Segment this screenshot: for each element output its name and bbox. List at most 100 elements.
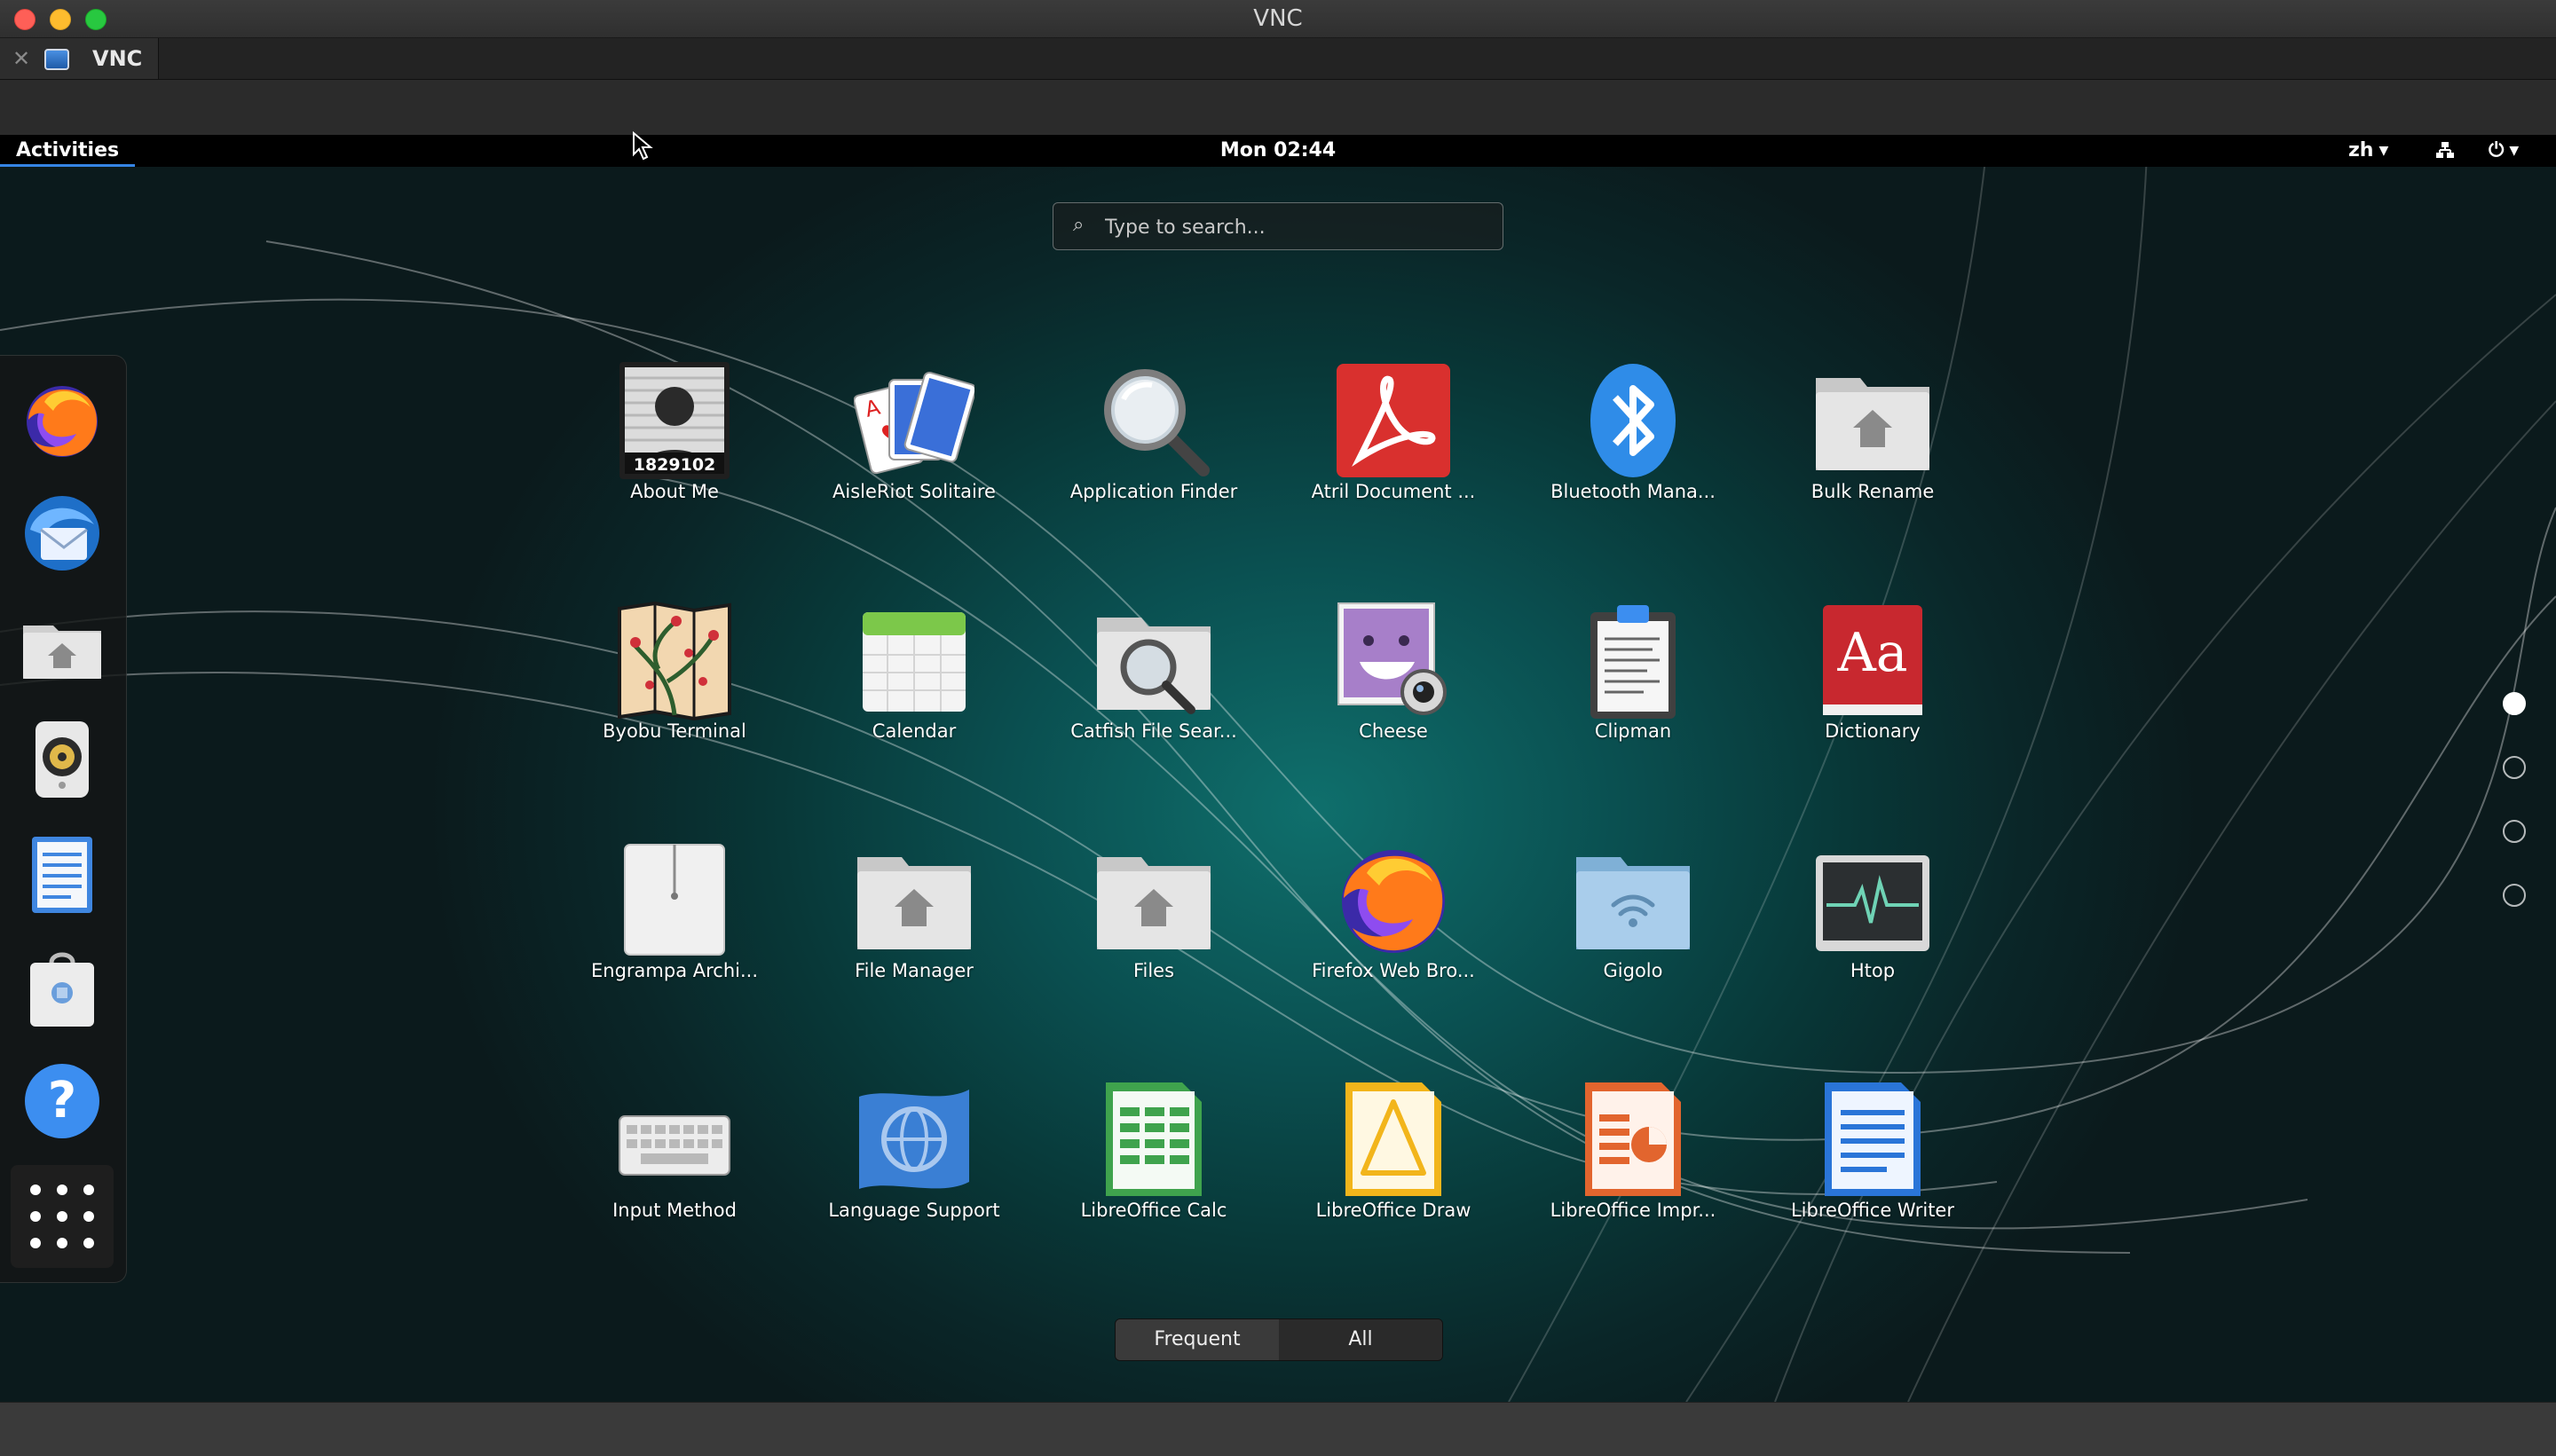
- app-calendar[interactable]: Calendar: [812, 587, 1016, 791]
- app-input-method[interactable]: Input Method: [572, 1066, 777, 1271]
- dash-firefox[interactable]: [18, 375, 106, 464]
- clock-button[interactable]: Mon 02:44: [0, 135, 2556, 167]
- show-apps-button[interactable]: [11, 1165, 114, 1268]
- app-label: LibreOffice Impr...: [1550, 1200, 1716, 1221]
- app-label: Files: [1132, 960, 1175, 981]
- text-editor-icon: [32, 837, 92, 913]
- app-file-manager[interactable]: File Manager: [812, 827, 1016, 1031]
- language-label: zh: [2348, 139, 2374, 161]
- dash-software[interactable]: [18, 943, 106, 1032]
- draw-icon: [1345, 1082, 1441, 1196]
- monitor-icon: [44, 49, 69, 70]
- app-dictionary[interactable]: Aa Dictionary: [1771, 587, 1975, 791]
- frequent-button[interactable]: Frequent: [1116, 1319, 1280, 1360]
- app-libreoffice-draw[interactable]: LibreOffice Draw: [1291, 1066, 1495, 1271]
- app-label: LibreOffice Calc: [1080, 1200, 1227, 1221]
- folder-network-icon: [1576, 857, 1690, 949]
- all-button[interactable]: All: [1279, 1319, 1442, 1360]
- app-gigolo[interactable]: Gigolo: [1531, 827, 1735, 1031]
- system-menu[interactable]: ⏻ ▼: [2489, 135, 2519, 167]
- app-label: LibreOffice Draw: [1315, 1200, 1471, 1221]
- app-label: About Me: [630, 481, 719, 502]
- dash-home-folder[interactable]: [18, 602, 106, 691]
- htop-icon: [1816, 855, 1929, 951]
- dash-text-editor[interactable]: [18, 830, 106, 918]
- app-label: File Manager: [855, 960, 974, 981]
- network-status[interactable]: [2435, 135, 2455, 167]
- folder-home-icon: [1816, 378, 1929, 470]
- app-atril-document[interactable]: Atril Document ...: [1291, 348, 1495, 552]
- app-aisleriot-solitaire[interactable]: A♥ AisleRiot Solitaire: [812, 348, 1016, 552]
- app-libreoffice-calc[interactable]: LibreOffice Calc: [1052, 1066, 1256, 1271]
- app-language-support[interactable]: Language Support: [812, 1066, 1016, 1271]
- app-application-finder[interactable]: Application Finder: [1052, 348, 1256, 552]
- viewer-toolbar: [0, 80, 2556, 136]
- dash-thunderbird[interactable]: [18, 489, 106, 578]
- app-bulk-rename[interactable]: Bulk Rename: [1771, 348, 1975, 552]
- archive-icon: [624, 844, 725, 956]
- writer-icon: [1825, 1082, 1921, 1196]
- dictionary-icon: Aa: [1823, 605, 1922, 715]
- app-firefox-web-browser[interactable]: Firefox Web Bro...: [1291, 827, 1495, 1031]
- app-files[interactable]: Files: [1052, 827, 1256, 1031]
- app-label: Language Support: [828, 1200, 1000, 1221]
- app-label: LibreOffice Writer: [1790, 1200, 1954, 1221]
- dash: ?: [0, 355, 127, 1283]
- software-center-icon: [30, 952, 94, 1027]
- help-icon: ?: [25, 1064, 99, 1138]
- app-libreoffice-writer[interactable]: LibreOffice Writer: [1771, 1066, 1975, 1271]
- impress-icon: [1585, 1082, 1681, 1196]
- close-tab-icon[interactable]: ✕: [12, 46, 30, 71]
- page-indicator-2[interactable]: [2503, 756, 2526, 779]
- app-label: Clipman: [1594, 720, 1672, 742]
- app-bluetooth-manager[interactable]: Bluetooth Mana...: [1531, 348, 1735, 552]
- dictionary-glyph: Aa: [1836, 622, 1907, 684]
- mouse-cursor-icon: [633, 131, 653, 161]
- page-indicator-1[interactable]: [2503, 692, 2526, 715]
- language-menu[interactable]: zh ▼: [2348, 135, 2388, 167]
- app-label: Input Method: [612, 1200, 737, 1221]
- tab-vnc[interactable]: ✕ VNC: [0, 38, 159, 79]
- window-titlebar: VNC: [0, 0, 2556, 38]
- app-libreoffice-impress[interactable]: LibreOffice Impr...: [1531, 1066, 1735, 1271]
- app-label: Firefox Web Bro...: [1312, 960, 1475, 981]
- app-engrampa-archive[interactable]: Engrampa Archi...: [572, 827, 777, 1031]
- app-catfish-file-search[interactable]: Catfish File Sear...: [1052, 587, 1256, 791]
- app-label: Dictionary: [1825, 720, 1921, 742]
- app-label: Application Finder: [1069, 481, 1238, 502]
- app-byobu-terminal[interactable]: Byobu Terminal: [572, 587, 777, 791]
- folder-search-icon: [1097, 618, 1211, 714]
- top-panel: Activities Mon 02:44 zh ▼ ⏻ ▼: [0, 135, 2556, 167]
- power-icon: ⏻: [2489, 139, 2505, 161]
- tab-bar: ✕ VNC: [0, 38, 2556, 80]
- calc-icon: [1106, 1082, 1202, 1196]
- search-icon: ⌕: [1073, 214, 1085, 236]
- thunderbird-icon: [25, 496, 99, 571]
- app-label: Atril Document ...: [1311, 481, 1476, 502]
- app-label: Catfish File Sear...: [1070, 720, 1237, 742]
- page-indicator-3[interactable]: [2503, 820, 2526, 843]
- search-entry[interactable]: ⌕: [1053, 202, 1503, 250]
- dash-help[interactable]: ?: [18, 1057, 106, 1145]
- svg-text:?: ?: [48, 1072, 76, 1129]
- magnifier-icon: [1104, 369, 1210, 476]
- page-indicator-4[interactable]: [2503, 884, 2526, 907]
- app-cheese[interactable]: Cheese: [1291, 587, 1495, 791]
- folder-home-icon: [1097, 857, 1211, 949]
- app-htop[interactable]: Htop: [1771, 827, 1975, 1031]
- tab-label: VNC: [92, 46, 143, 71]
- view-switcher: Frequent All: [1115, 1318, 1443, 1361]
- app-about-me[interactable]: 1829102 About Me: [572, 348, 777, 552]
- dash-rhythmbox[interactable]: [18, 714, 106, 803]
- network-icon: [2436, 142, 2454, 158]
- app-clipman[interactable]: Clipman: [1531, 587, 1735, 791]
- language-icon: [859, 1090, 969, 1189]
- wallpaper-waves: [0, 135, 2556, 1402]
- calendar-icon: [863, 612, 966, 712]
- firefox-icon: [27, 386, 98, 457]
- search-input[interactable]: [1103, 210, 1479, 244]
- app-label: Cheese: [1359, 720, 1428, 742]
- viewer-statusbar: [0, 1402, 2556, 1456]
- app-label: Htop: [1850, 960, 1896, 981]
- about-me-badge: 1829102: [633, 455, 716, 475]
